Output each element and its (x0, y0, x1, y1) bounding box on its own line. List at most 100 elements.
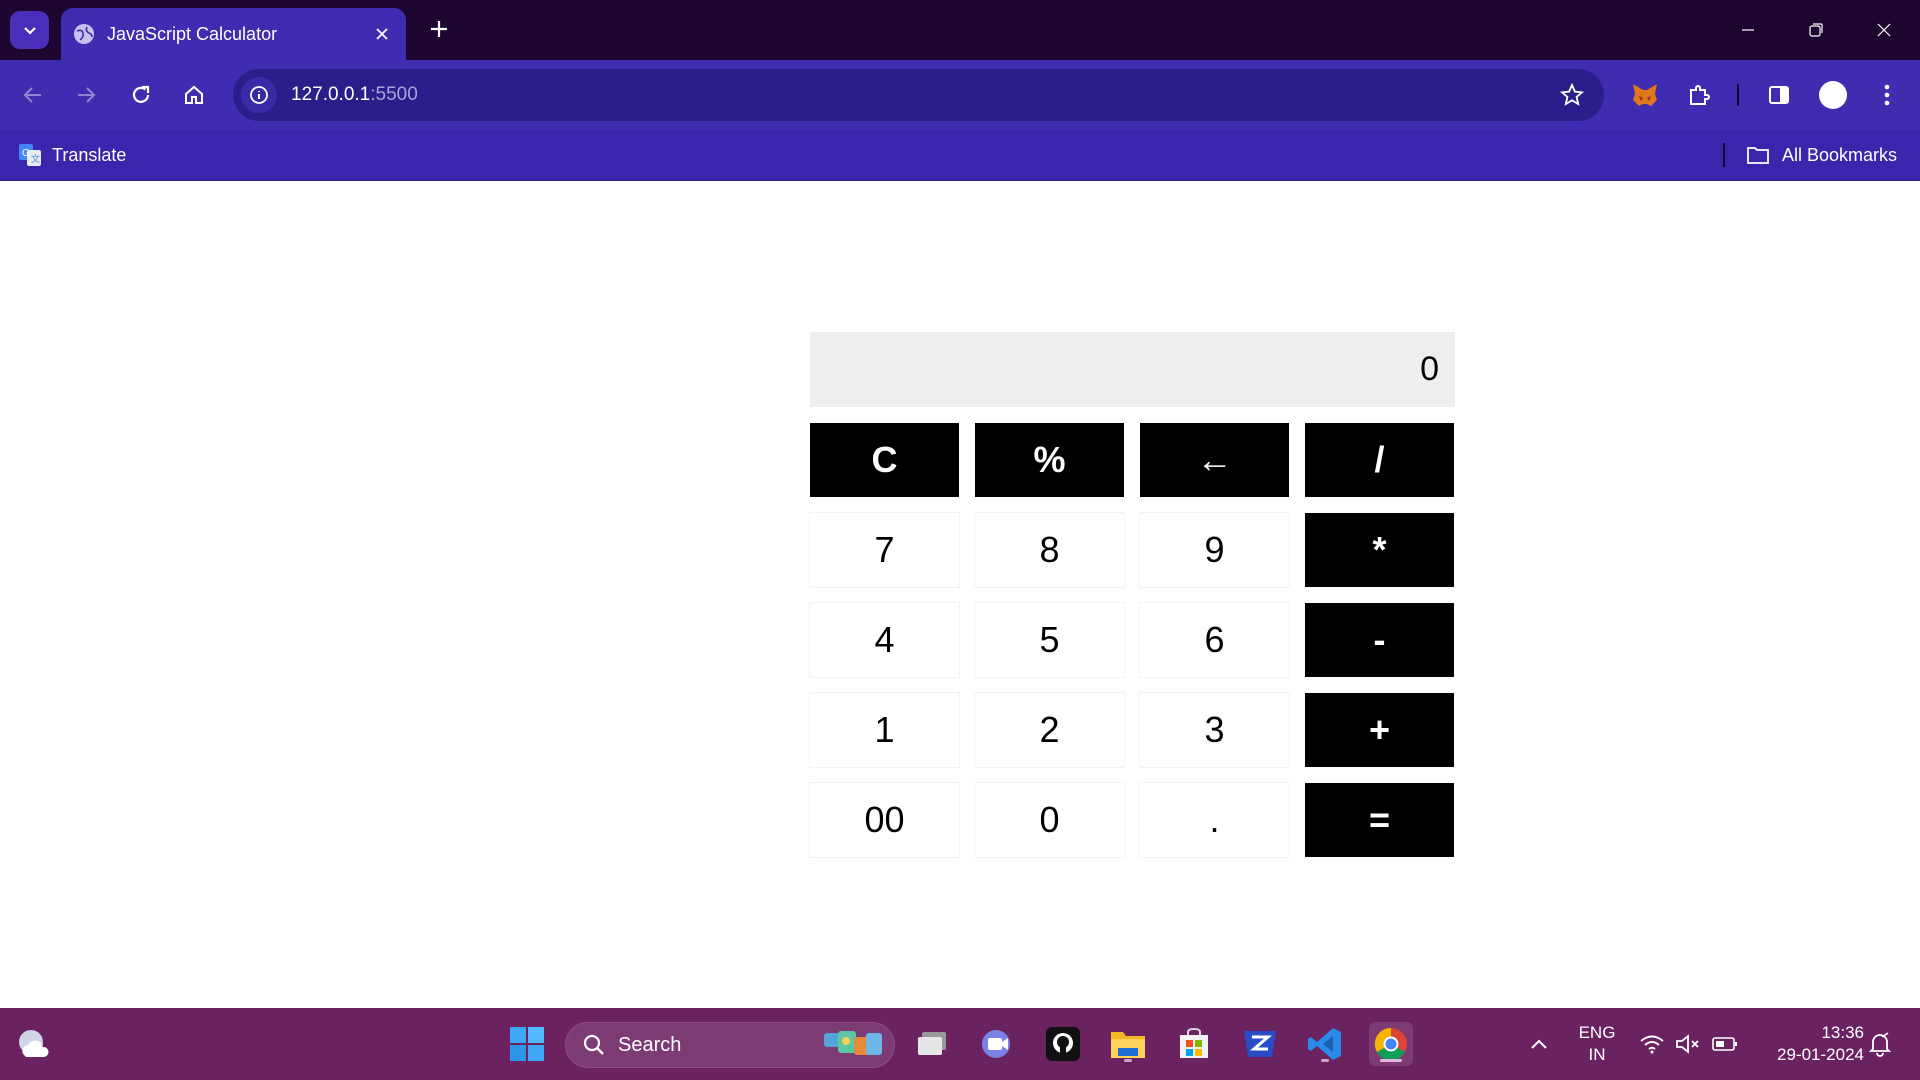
running-indicator (1321, 1059, 1329, 1062)
volume-muted-icon (1676, 1034, 1699, 1054)
running-indicator (1124, 1059, 1132, 1062)
metamask-extension-button[interactable] (1626, 76, 1664, 114)
browser-tab-bar: JavaScript Calculator (0, 0, 1920, 60)
taskbar-microsoft-store[interactable] (1172, 1022, 1216, 1066)
task-view-button[interactable] (910, 1022, 954, 1066)
digit-2-button[interactable]: 2 (975, 693, 1124, 767)
add-button[interactable]: + (1305, 693, 1454, 767)
home-icon (185, 85, 203, 104)
windows-icon (510, 1027, 544, 1061)
digit-8-button[interactable]: 8 (975, 513, 1124, 587)
taskbar-app-launcher[interactable] (1238, 1022, 1282, 1066)
digit-6-button[interactable]: 6 (1140, 603, 1289, 677)
taskbar-meet-app[interactable] (976, 1022, 1020, 1066)
double-zero-button[interactable]: 00 (810, 783, 959, 857)
tab-active[interactable]: JavaScript Calculator (61, 8, 406, 60)
tab-close-button[interactable] (370, 22, 394, 46)
cloud-moon-icon (19, 1030, 49, 1057)
restore-icon (1809, 23, 1823, 37)
digit-7-button[interactable]: 7 (810, 513, 959, 587)
address-bar[interactable]: 127.0.0.1:5500 (233, 69, 1604, 121)
digit-5-button[interactable]: 5 (975, 603, 1124, 677)
calculator: 0 C % ← / 7 8 9 * 4 5 6 - 1 2 3 + 00 0 .… (810, 332, 1455, 857)
side-panel-icon (1769, 86, 1789, 104)
decimal-button[interactable]: . (1140, 783, 1289, 857)
multiply-button[interactable]: * (1305, 513, 1454, 587)
side-panel-button[interactable] (1760, 76, 1798, 114)
subtract-button[interactable]: - (1305, 603, 1454, 677)
minimize-button[interactable] (1730, 12, 1766, 48)
divide-button[interactable]: / (1305, 423, 1454, 497)
avatar-icon (1819, 81, 1847, 109)
weather-widget[interactable] (12, 1022, 56, 1066)
language-line2: IN (1588, 1045, 1606, 1064)
wifi-icon (1640, 1035, 1664, 1054)
start-button[interactable] (505, 1022, 549, 1066)
calculator-keypad: C % ← / 7 8 9 * 4 5 6 - 1 2 3 + 00 0 . = (810, 423, 1455, 857)
folder-icon (1111, 1032, 1145, 1058)
percent-button[interactable]: % (975, 423, 1124, 497)
battery-icon (1712, 1037, 1737, 1051)
all-bookmarks-label: All Bookmarks (1782, 144, 1898, 165)
digit-4-button[interactable]: 4 (810, 603, 959, 677)
taskbar: Search ENG IN 13:36 29-01-2024 (0, 1008, 1920, 1080)
bookmark-star-button[interactable] (1558, 81, 1586, 109)
bell-icon (1868, 1032, 1892, 1057)
digit-0-button[interactable]: 0 (975, 783, 1124, 857)
taskbar-github-desktop[interactable] (1041, 1022, 1085, 1066)
home-button[interactable] (175, 76, 213, 114)
battery-status[interactable] (1703, 1022, 1747, 1066)
site-info-button[interactable] (241, 77, 277, 113)
back-button[interactable] (14, 76, 52, 114)
forward-button[interactable] (67, 76, 105, 114)
search-highlight-icon (824, 1031, 882, 1055)
taskbar-search-box[interactable]: Search (565, 1022, 895, 1068)
digit-3-button[interactable]: 3 (1140, 693, 1289, 767)
language-indicator[interactable]: ENG IN (1572, 1022, 1622, 1066)
all-bookmarks-button[interactable]: All Bookmarks (1746, 139, 1897, 171)
taskbar-chrome[interactable] (1369, 1022, 1413, 1066)
folder-icon (1747, 147, 1769, 164)
equals-button[interactable]: = (1305, 783, 1454, 857)
digit-1-button[interactable]: 1 (810, 693, 959, 767)
browser-menu-button[interactable] (1868, 76, 1906, 114)
reload-icon (132, 85, 150, 103)
arrow-left-icon (23, 87, 41, 103)
arrow-right-icon (78, 87, 96, 103)
close-icon (1877, 23, 1891, 37)
puzzle-icon (1690, 85, 1710, 105)
taskbar-search-label: Search (618, 1033, 682, 1056)
github-icon (1046, 1027, 1080, 1061)
tab-search-button[interactable] (10, 11, 49, 49)
new-tab-button[interactable] (424, 14, 454, 44)
task-view-icon (918, 1032, 946, 1055)
search-icon (583, 1034, 604, 1055)
window-close-button[interactable] (1866, 12, 1902, 48)
bookmark-translate[interactable]: G文 Translate (18, 139, 126, 171)
extensions-button[interactable] (1680, 76, 1718, 114)
taskbar-vscode[interactable] (1303, 1022, 1347, 1066)
backspace-button[interactable]: ← (1140, 423, 1289, 497)
more-vertical-icon (1884, 84, 1890, 106)
clock-time: 13:36 (1821, 1023, 1864, 1042)
show-hidden-icons-button[interactable] (1517, 1022, 1561, 1066)
google-translate-icon: G文 (19, 144, 41, 166)
bookmarks-divider (1723, 143, 1725, 167)
clear-button[interactable]: C (810, 423, 959, 497)
minimize-icon (1742, 29, 1754, 31)
reload-button[interactable] (122, 76, 160, 114)
clock[interactable]: 13:36 29-01-2024 (1754, 1022, 1864, 1066)
digit-9-button[interactable]: 9 (1140, 513, 1289, 587)
store-icon (1180, 1027, 1208, 1058)
star-icon (1560, 83, 1584, 106)
chevron-up-icon (1531, 1039, 1547, 1049)
profile-button[interactable] (1814, 76, 1852, 114)
notifications-button[interactable] (1858, 1022, 1902, 1066)
restore-button[interactable] (1798, 12, 1834, 48)
active-indicator (1380, 1059, 1402, 1062)
clock-date: 29-01-2024 (1777, 1045, 1864, 1064)
globe-icon (74, 24, 94, 44)
chevron-down-icon (23, 27, 36, 35)
bookmarks-bar: G文 Translate All Bookmarks (0, 129, 1920, 181)
taskbar-file-explorer[interactable] (1106, 1022, 1150, 1066)
